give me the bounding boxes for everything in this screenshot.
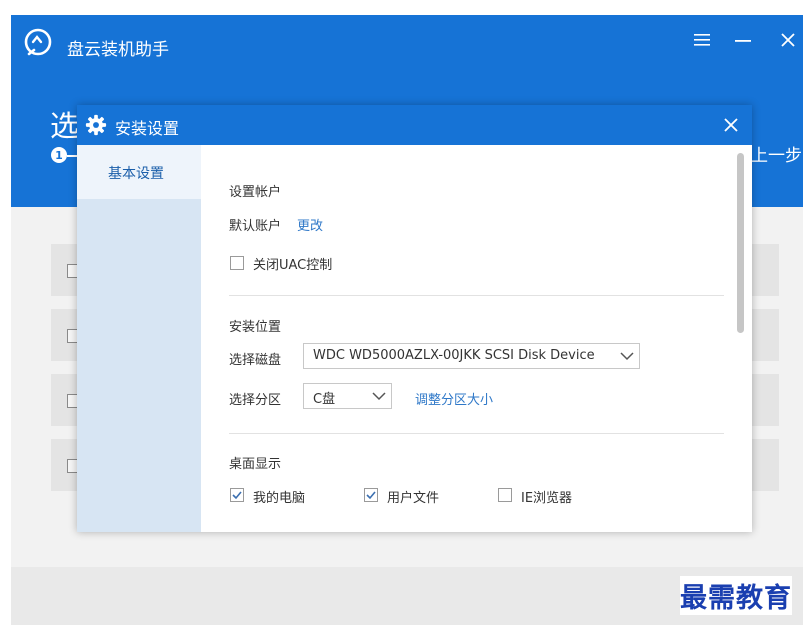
checkmark-icon (232, 491, 242, 500)
minimize-button[interactable] (730, 27, 756, 53)
partition-select[interactable]: C盘 (303, 383, 392, 409)
page-heading: 选 (50, 109, 80, 143)
disk-label: 选择磁盘 (229, 353, 282, 368)
my-computer-label: 我的电脑 (253, 491, 306, 506)
close-icon (781, 33, 795, 47)
change-account-link[interactable]: 更改 (297, 215, 323, 234)
section-title-desktop: 桌面显示 (229, 457, 282, 472)
chevron-down-icon (620, 352, 634, 361)
sidebar-item-basic-settings[interactable]: 基本设置 (77, 145, 201, 199)
user-files-checkbox[interactable] (364, 488, 378, 502)
step-indicator: 1 (51, 147, 67, 163)
sidebar-item-label: 基本设置 (108, 166, 164, 182)
dialog-header: 安装设置 (77, 105, 752, 145)
resize-partition-link[interactable]: 调整分区大小 (415, 389, 493, 408)
app-logo-icon (24, 28, 52, 56)
dialog-sidebar: 基本设置 (77, 145, 201, 532)
gear-icon (85, 114, 107, 136)
previous-step-button[interactable]: 上一步 (751, 141, 802, 166)
minimize-icon (735, 40, 751, 42)
disk-select-value: WDC WD5000AZLX-00JKK SCSI Disk Device (313, 348, 595, 363)
partition-select-value: C盘 (313, 392, 336, 407)
menu-button[interactable] (689, 27, 715, 53)
my-computer-checkbox[interactable] (230, 488, 244, 502)
dialog-content: 设置帐户 默认账户 更改 关闭UAC控制 安装位置 选择磁盘 WDC WD500… (201, 145, 752, 532)
uac-checkbox[interactable] (230, 256, 244, 270)
user-files-label: 用户文件 (387, 491, 440, 506)
checkmark-icon (366, 491, 376, 500)
dialog-close-button[interactable] (719, 113, 743, 137)
app-title: 盘云装机助手 (67, 40, 169, 60)
ie-browser-checkbox[interactable] (498, 488, 512, 502)
section-divider (229, 433, 724, 434)
chevron-down-icon (372, 392, 386, 401)
partition-label: 选择分区 (229, 393, 282, 408)
default-account-label: 默认账户 (229, 219, 282, 234)
dialog-title: 安装设置 (115, 119, 180, 138)
section-title-location: 安装位置 (229, 320, 282, 335)
menu-icon (694, 34, 710, 46)
install-settings-dialog: 安装设置 基本设置 设置帐户 默认账户 更改 关闭UAC控制 安装位置 选择磁盘… (77, 105, 752, 532)
close-icon (724, 118, 738, 132)
ie-browser-label: IE浏览器 (521, 491, 573, 506)
close-button[interactable] (775, 27, 801, 53)
section-divider (229, 295, 724, 296)
disk-select[interactable]: WDC WD5000AZLX-00JKK SCSI Disk Device (303, 343, 640, 369)
section-title-account: 设置帐户 (229, 185, 282, 200)
scrollbar[interactable] (737, 153, 744, 333)
watermark-logo: 最需教育 (680, 576, 792, 615)
uac-checkbox-label: 关闭UAC控制 (253, 258, 333, 273)
